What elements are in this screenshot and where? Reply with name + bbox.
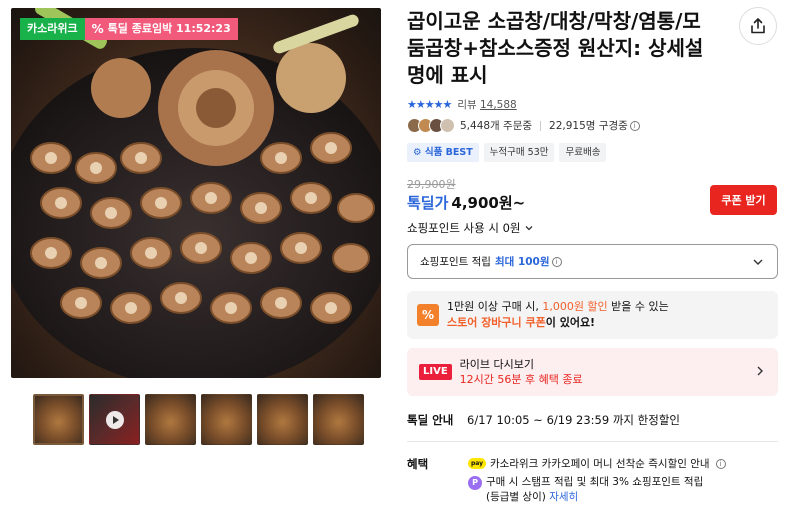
review-link[interactable]: 리뷰 14,588 bbox=[457, 97, 516, 112]
original-price: 29,900원 bbox=[407, 178, 456, 191]
avatar bbox=[440, 118, 455, 133]
buyer-stats: 5,448개 주문중 22,915명 구경중 i bbox=[407, 118, 640, 133]
cart-coupon-highlight: 스토어 장바구니 쿠폰 bbox=[447, 316, 546, 329]
buyer-avatars bbox=[407, 118, 455, 133]
deal-price: 4,900원~ bbox=[451, 194, 526, 212]
divider bbox=[540, 120, 542, 131]
deal-info-label: 톡딜 안내 bbox=[407, 413, 454, 427]
share-button[interactable] bbox=[739, 7, 777, 45]
review-label: 리뷰 bbox=[457, 99, 477, 111]
deadline-badge: % 톡딜 종료임박 11:52:23 bbox=[84, 18, 238, 40]
chevron-down-icon bbox=[753, 259, 763, 265]
benefit-item-points: P 구매 시 스탬프 적립 및 최대 3% 쇼핑포인트 적립 (등급별 상이) … bbox=[468, 475, 703, 505]
share-icon bbox=[751, 18, 765, 34]
product-badges: 카소라위크 % 톡딜 종료임박 11:52:23 bbox=[20, 18, 238, 40]
point-accrual-label: 쇼핑포인트 적립 bbox=[420, 256, 491, 268]
tag-free-shipping: 무료배송 bbox=[559, 143, 607, 162]
benefit-item-label: 카소라위크 카카오페이 머니 선착순 즉시할인 안내 bbox=[490, 458, 710, 470]
subscriber-count: 22,915명 구경중 bbox=[549, 120, 628, 132]
thumbnail-1[interactable] bbox=[33, 394, 84, 445]
benefit-item-kakaopay: pay 카소라위크 카카오페이 머니 선착순 즉시할인 안내 i bbox=[468, 456, 726, 471]
cart-coupon-amount: 1,000원 할인 bbox=[542, 300, 608, 313]
product-title: 곱이고운 소곱창/대창/막창/염통/모둠곱창+참소스증정 원산지: 상세설명에 … bbox=[407, 9, 704, 87]
point-use-toggle[interactable]: 쇼핑포인트 사용 시 0원 bbox=[407, 220, 534, 236]
info-icon[interactable]: i bbox=[551, 256, 562, 267]
info-icon[interactable]: i bbox=[715, 458, 726, 469]
live-replay-banner[interactable]: LIVE 라이브 다시보기 12시간 56분 후 혜택 종료 bbox=[407, 348, 778, 396]
benefit-item-note: (등급별 상이) bbox=[486, 491, 546, 503]
cart-coupon-line1-suffix: 받을 수 있는 bbox=[607, 300, 669, 313]
live-badge: LIVE bbox=[419, 364, 452, 380]
point-use-label: 쇼핑포인트 사용 시 0원 bbox=[407, 221, 521, 235]
benefit-label: 혜택 bbox=[407, 457, 429, 471]
thumbnail-3[interactable] bbox=[145, 394, 196, 445]
price-row: 톡딜가 4,900원~ bbox=[407, 192, 525, 213]
kakaopay-icon: pay bbox=[468, 458, 486, 469]
grilled-gopchang-illustration bbox=[11, 8, 381, 378]
point-accrual-select[interactable]: 쇼핑포인트 적립 최대 100원 i bbox=[407, 244, 778, 279]
thumbnail-5[interactable] bbox=[257, 394, 308, 445]
coupon-button[interactable]: 쿠폰 받기 bbox=[710, 185, 777, 215]
tag-cumulative: 누적구매 53만 bbox=[483, 143, 555, 162]
product-main-image[interactable] bbox=[11, 8, 381, 378]
thumbnail-4[interactable] bbox=[201, 394, 252, 445]
chevron-down-icon bbox=[525, 226, 532, 231]
point-accrual-value: 최대 100원 bbox=[494, 256, 550, 268]
cart-coupon-line2-suffix: 이 있어요! bbox=[545, 316, 596, 329]
percent-icon: % bbox=[417, 304, 439, 326]
cart-coupon-banner[interactable]: % 1만원 이상 구매 시, 1,000원 할인 받을 수 있는 스토어 장바구… bbox=[407, 291, 778, 339]
point-icon: P bbox=[468, 476, 482, 490]
thumbnail-strip bbox=[33, 394, 364, 445]
info-icon[interactable]: i bbox=[629, 120, 640, 131]
benefit-item-label: 구매 시 스탬프 적립 및 최대 3% 쇼핑포인트 적립 bbox=[486, 476, 704, 488]
star-rating-icon: ★★★★★ bbox=[407, 98, 452, 111]
live-text: 라이브 다시보기 12시간 56분 후 혜택 종료 bbox=[460, 357, 583, 387]
thumbnail-6[interactable] bbox=[313, 394, 364, 445]
details-link[interactable]: 자세히 bbox=[549, 491, 578, 503]
order-count: 5,448개 주문중 bbox=[460, 120, 533, 132]
cart-coupon-line1: 1만원 이상 구매 시, bbox=[447, 300, 543, 313]
play-icon bbox=[106, 411, 124, 429]
cart-coupon-text: 1만원 이상 구매 시, 1,000원 할인 받을 수 있는 스토어 장바구니 … bbox=[447, 299, 669, 331]
store-badge: 카소라위크 bbox=[20, 18, 85, 40]
live-title: 라이브 다시보기 bbox=[459, 358, 535, 371]
percent-icon: % bbox=[91, 22, 104, 36]
rating-row: ★★★★★ 리뷰 14,588 bbox=[407, 97, 517, 112]
review-count: 14,588 bbox=[479, 99, 517, 111]
thumbnail-video[interactable] bbox=[89, 394, 140, 445]
deal-price-label: 톡딜가 bbox=[407, 194, 449, 212]
tag-food-best[interactable]: ⚙ 식품 BEST bbox=[407, 143, 479, 162]
live-subtitle: 12시간 56분 후 혜택 종료 bbox=[459, 373, 583, 386]
deadline-badge-label: 톡딜 종료임박 11:52:23 bbox=[107, 22, 231, 35]
deal-info-row: 톡딜 안내 6/17 10:05 ~ 6/19 23:59 까지 한정할인 bbox=[407, 412, 680, 428]
product-tags: ⚙ 식품 BEST 누적구매 53만 무료배송 bbox=[407, 143, 607, 162]
section-divider bbox=[407, 441, 778, 442]
tag-label: 식품 BEST bbox=[424, 147, 473, 158]
chevron-right-icon bbox=[757, 366, 763, 376]
deal-period: 6/17 10:05 ~ 6/19 23:59 까지 한정할인 bbox=[467, 413, 680, 427]
